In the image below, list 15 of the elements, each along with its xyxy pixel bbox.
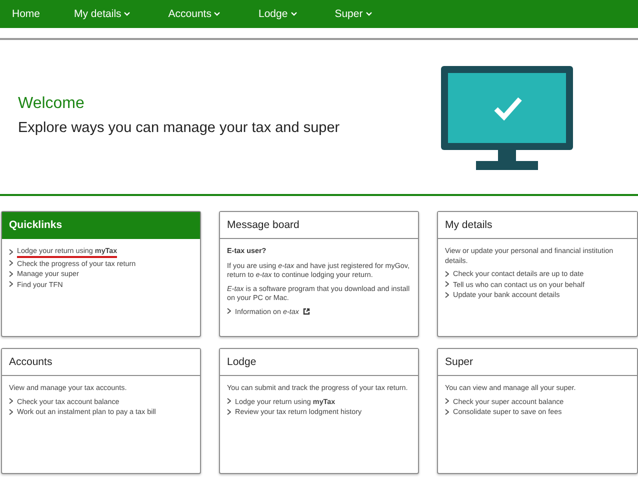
nav-menu-item[interactable]: Home	[12, 8, 40, 20]
nav-menu-item[interactable]: My details	[74, 8, 130, 20]
chevron-icon	[227, 308, 231, 314]
monitor-check-icon	[440, 65, 574, 171]
welcome-title: Welcome	[18, 94, 86, 112]
card-title: Quicklinks	[2, 212, 200, 239]
card-title: Lodge	[220, 349, 418, 376]
nav-menu-item[interactable]: Lodge	[258, 8, 297, 20]
welcome-subtitle: Explore ways you can manage your tax and super	[18, 120, 340, 136]
nav-menu-item[interactable]: Accounts	[168, 8, 220, 20]
card-title: Super	[438, 349, 637, 376]
card-title: Accounts	[2, 349, 200, 376]
nav-menu-item[interactable]: Super	[334, 8, 372, 20]
card-title: Message board	[220, 212, 418, 239]
card-title: My details	[438, 212, 637, 239]
